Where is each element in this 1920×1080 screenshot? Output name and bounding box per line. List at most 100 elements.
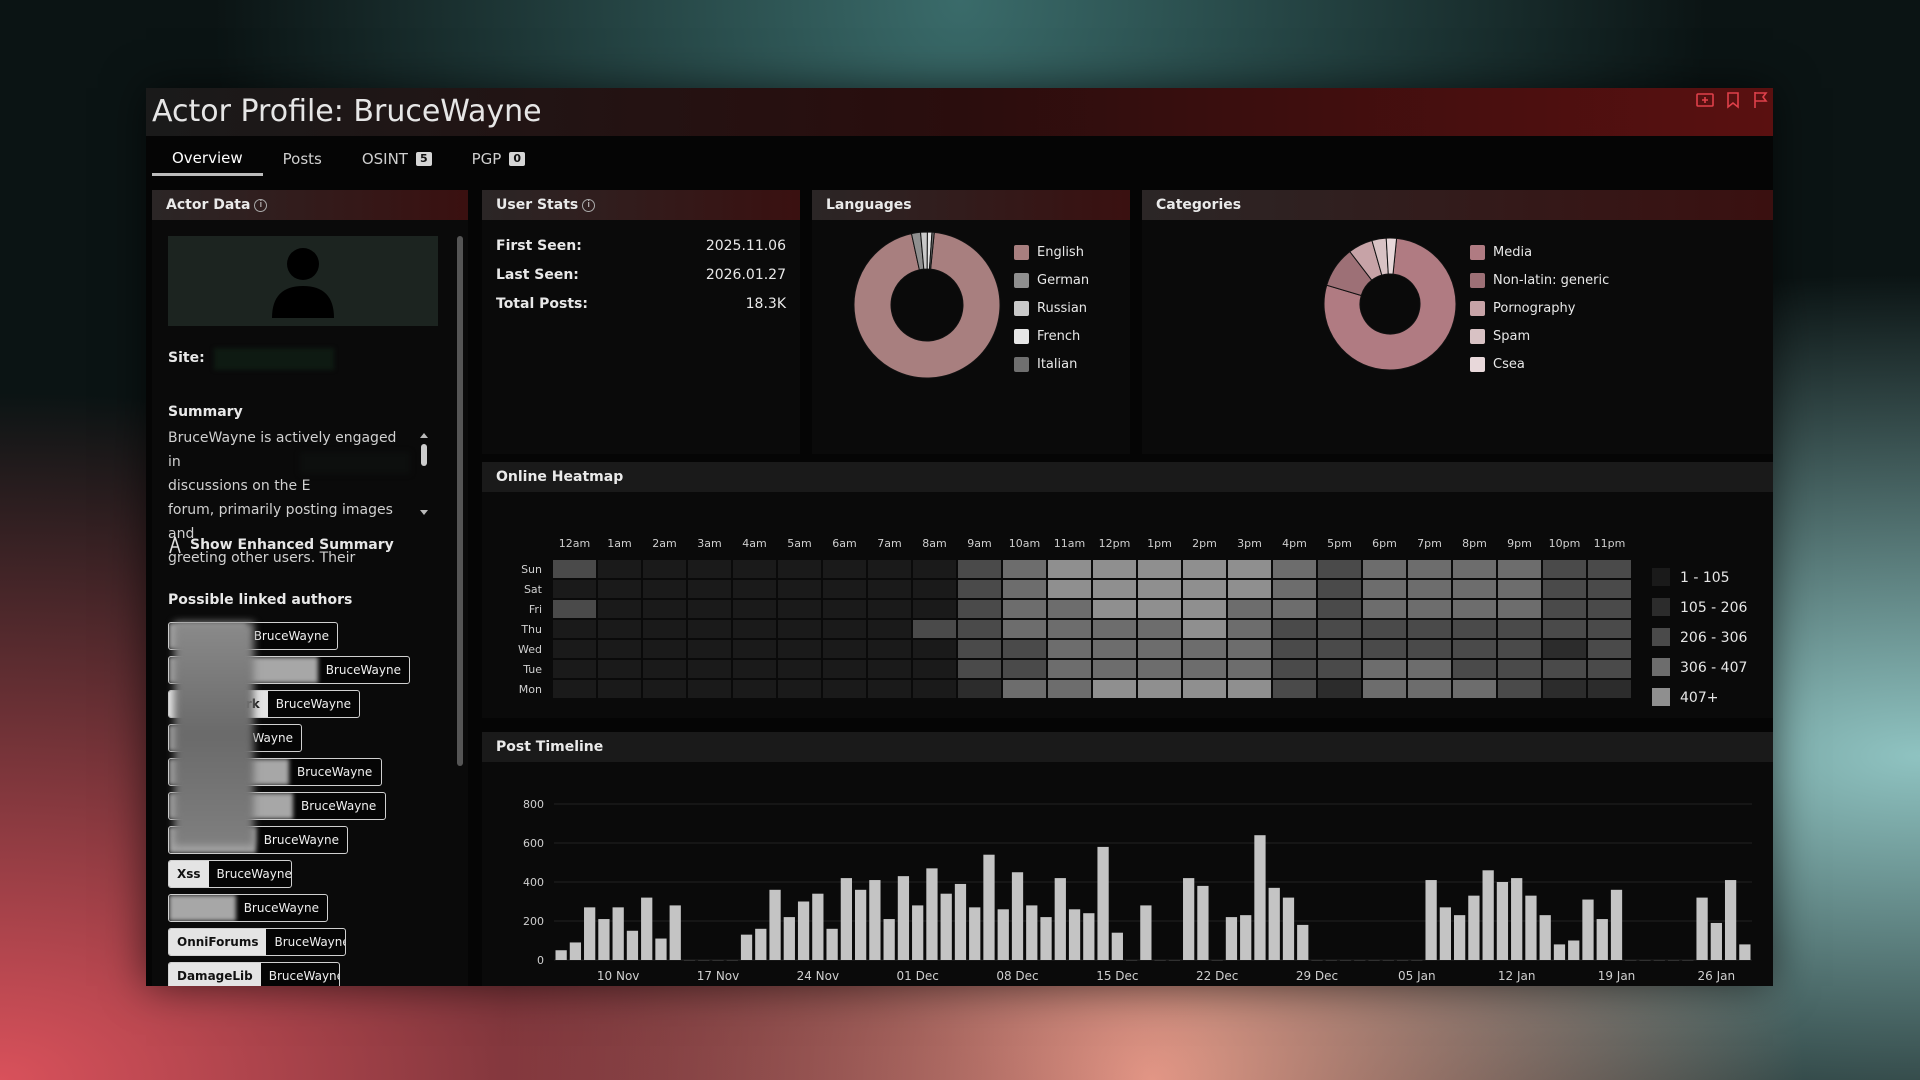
heatmap-cell[interactable] (958, 600, 1001, 618)
timeline-bar[interactable] (1040, 917, 1052, 960)
heatmap-cell[interactable] (598, 560, 641, 578)
heatmap-cell[interactable] (1183, 680, 1226, 698)
timeline-bar[interactable] (1240, 915, 1252, 960)
heatmap-cell[interactable] (913, 640, 956, 658)
linked-author-chip[interactable]: Xss BruceWayne (168, 860, 292, 888)
timeline-bar[interactable] (1610, 889, 1623, 960)
heatmap-cell[interactable] (643, 660, 686, 678)
timeline-bar[interactable] (1197, 885, 1209, 960)
heatmap-cell[interactable] (643, 600, 686, 618)
heatmap-cell[interactable] (1228, 560, 1271, 578)
heatmap-cell[interactable] (913, 660, 956, 678)
heatmap-cell[interactable] (1273, 660, 1316, 678)
heatmap-cell[interactable] (643, 640, 686, 658)
heatmap-cell[interactable] (598, 660, 641, 678)
legend-item[interactable]: Csea (1470, 350, 1609, 378)
heatmap-cell[interactable] (1363, 640, 1406, 658)
heatmap-cell[interactable] (1453, 580, 1496, 598)
heatmap-cell[interactable] (1003, 580, 1046, 598)
timeline-bar[interactable] (1667, 960, 1680, 961)
heatmap-cell[interactable] (1453, 680, 1496, 698)
scroll-down-icon[interactable] (420, 510, 428, 515)
heatmap-cell[interactable] (778, 640, 821, 658)
heatmap-cell[interactable] (553, 660, 596, 678)
heatmap-cell[interactable] (733, 620, 776, 638)
heatmap-cell[interactable] (1363, 560, 1406, 578)
heatmap-cell[interactable] (688, 660, 731, 678)
heatmap-cell[interactable] (868, 600, 911, 618)
timeline-bar[interactable] (997, 909, 1009, 960)
heatmap-cell[interactable] (913, 680, 956, 698)
heatmap-cell[interactable] (1093, 600, 1136, 618)
timeline-bar[interactable] (912, 905, 924, 960)
heatmap-cell[interactable] (778, 680, 821, 698)
timeline-bar[interactable] (883, 919, 895, 960)
timeline-bar[interactable] (1211, 960, 1223, 961)
heatmap-cell[interactable] (1588, 580, 1631, 598)
timeline-bar[interactable] (1596, 919, 1608, 960)
linked-author-chip[interactable]: DamageLib BruceWayne (168, 962, 340, 986)
heatmap-cell[interactable] (958, 560, 1001, 578)
timeline-bar[interactable] (1439, 907, 1451, 960)
timeline-bar[interactable] (740, 934, 753, 960)
heatmap-cell[interactable] (913, 620, 956, 638)
heatmap-cell[interactable] (1048, 600, 1091, 618)
heatmap-cell[interactable] (1588, 680, 1631, 698)
timeline-bar[interactable] (1254, 835, 1266, 960)
timeline-bar[interactable] (698, 960, 710, 961)
heatmap-cell[interactable] (688, 640, 731, 658)
heatmap-cell[interactable] (553, 680, 596, 698)
timeline-bar[interactable] (584, 907, 596, 960)
heatmap-cell[interactable] (553, 560, 596, 578)
heatmap-cell[interactable] (778, 620, 821, 638)
heatmap-cell[interactable] (868, 620, 911, 638)
heatmap-cell[interactable] (1138, 560, 1181, 578)
timeline-bar[interactable] (1454, 915, 1466, 960)
timeline-bar[interactable] (1011, 872, 1024, 960)
heatmap-cell[interactable] (598, 680, 641, 698)
heatmap-cell[interactable] (1363, 660, 1406, 678)
heatmap-cell[interactable] (598, 580, 641, 598)
timeline-bar[interactable] (1568, 940, 1580, 961)
heatmap-cell[interactable] (1138, 580, 1181, 598)
timeline-bar[interactable] (1710, 922, 1722, 960)
heatmap-cell[interactable] (688, 620, 731, 638)
legend-item[interactable]: Spam (1470, 322, 1609, 350)
heatmap-cell[interactable] (643, 580, 686, 598)
heatmap-cell[interactable] (1183, 560, 1226, 578)
timeline-bar[interactable] (926, 868, 938, 960)
timeline-bar[interactable] (1068, 909, 1081, 960)
heatmap-cell[interactable] (688, 560, 731, 578)
heatmap-cell[interactable] (1003, 660, 1046, 678)
legend-item[interactable]: Media (1470, 238, 1609, 266)
heatmap-cell[interactable] (823, 560, 866, 578)
heatmap-cell[interactable] (733, 640, 776, 658)
heatmap-cell[interactable] (778, 600, 821, 618)
legend-item[interactable]: Pornography (1470, 294, 1609, 322)
heatmap-cell[interactable] (1543, 580, 1586, 598)
heatmap-cell[interactable] (1003, 600, 1046, 618)
timeline-bar[interactable] (1739, 944, 1751, 960)
heatmap-cell[interactable] (1318, 660, 1361, 678)
legend-item[interactable]: French (1014, 322, 1089, 350)
timeline-bar[interactable] (1682, 960, 1694, 961)
heatmap-cell[interactable] (1048, 680, 1091, 698)
tab-osint[interactable]: OSINT 5 (342, 142, 452, 176)
timeline-bar[interactable] (1026, 905, 1038, 960)
heatmap-cell[interactable] (1003, 640, 1046, 658)
timeline-bar[interactable] (1396, 960, 1409, 961)
heatmap-cell[interactable] (1588, 620, 1631, 638)
heatmap-cell[interactable] (1498, 580, 1541, 598)
heatmap-cell[interactable] (1138, 680, 1181, 698)
tab-overview[interactable]: Overview (152, 142, 263, 176)
scroll-thumb[interactable] (421, 444, 427, 466)
heatmap-cell[interactable] (778, 660, 821, 678)
heatmap-cell[interactable] (553, 620, 596, 638)
timeline-bar[interactable] (1311, 960, 1323, 961)
heatmap-cell[interactable] (823, 580, 866, 598)
heatmap-cell[interactable] (1138, 660, 1181, 678)
timeline-bar[interactable] (1696, 897, 1708, 960)
heatmap-cell[interactable] (913, 580, 956, 598)
timeline-bar[interactable] (940, 893, 952, 960)
timeline-bar[interactable] (983, 854, 995, 960)
